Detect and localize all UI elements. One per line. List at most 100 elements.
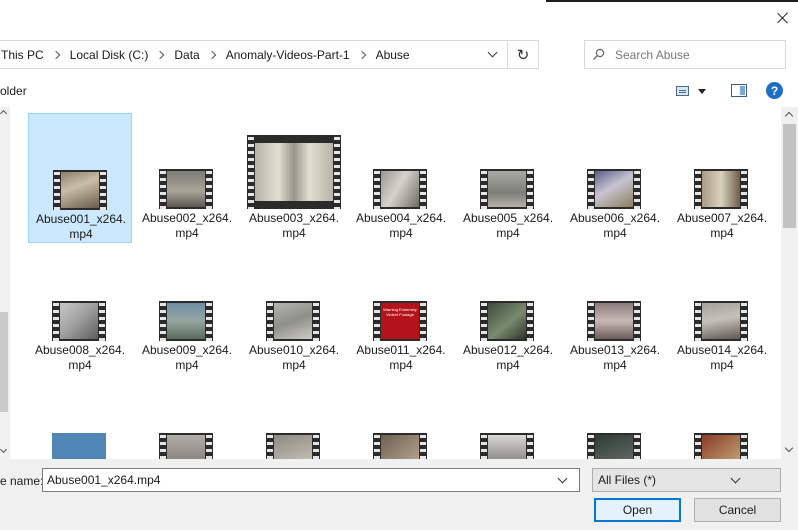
file-name-line1: Abuse013_x264. bbox=[569, 343, 661, 357]
video-thumbnail bbox=[266, 301, 320, 341]
file-item-abuse003[interactable]: Abuse003_x264. mp4 bbox=[242, 113, 346, 243]
close-icon[interactable] bbox=[770, 6, 796, 30]
refresh-icon[interactable]: ↻ bbox=[508, 41, 538, 68]
video-thumbnail bbox=[159, 301, 213, 341]
video-thumbnail bbox=[266, 433, 320, 459]
file-item-partial[interactable] bbox=[135, 377, 239, 459]
file-name-line2: mp4 bbox=[175, 358, 199, 372]
address-bar[interactable]: This PC Local Disk (C:) Data Anomaly-Vid… bbox=[0, 40, 539, 69]
file-name-input[interactable] bbox=[43, 473, 548, 487]
file-name-line2: mp4 bbox=[282, 358, 306, 372]
file-item-partial[interactable] bbox=[28, 377, 132, 459]
file-name-line1: Abuse002_x264. bbox=[141, 211, 233, 225]
file-item-abuse006[interactable]: Abuse006_x264. mp4 bbox=[563, 113, 667, 243]
breadcrumb-this-pc[interactable]: This PC bbox=[1, 48, 50, 62]
file-name-line2: mp4 bbox=[496, 358, 520, 372]
vertical-scrollbar[interactable] bbox=[781, 107, 798, 459]
search-input[interactable] bbox=[611, 47, 776, 62]
file-item-abuse001[interactable]: Abuse001_x264. mp4 bbox=[28, 113, 132, 243]
file-item-partial[interactable] bbox=[349, 377, 453, 459]
open-button[interactable]: Open bbox=[594, 498, 681, 522]
breadcrumb-local-disk[interactable]: Local Disk (C:) bbox=[70, 48, 155, 62]
video-thumbnail bbox=[53, 170, 107, 210]
video-thumbnail bbox=[480, 169, 534, 209]
video-thumbnail bbox=[694, 433, 748, 459]
file-name-line1: Abuse009_x264. bbox=[141, 343, 233, 357]
new-folder-button[interactable]: older bbox=[0, 84, 27, 98]
file-item-partial[interactable] bbox=[563, 377, 667, 459]
file-name-label: e name: bbox=[0, 474, 44, 488]
chevron-right-icon[interactable] bbox=[209, 50, 217, 60]
video-thumbnail bbox=[694, 169, 748, 209]
chevron-right-icon[interactable] bbox=[359, 50, 367, 60]
file-item-abuse012[interactable]: Abuse012_x264. mp4 bbox=[456, 245, 560, 375]
file-name-line2: mp4 bbox=[710, 226, 734, 240]
file-item-partial[interactable] bbox=[456, 377, 560, 459]
file-name-line2: mp4 bbox=[389, 358, 413, 372]
change-view-button[interactable] bbox=[676, 84, 712, 98]
video-thumbnail bbox=[480, 433, 534, 459]
file-view[interactable]: Abuse001_x264. mp4 Abuse002_x264. mp4 Ab… bbox=[0, 107, 782, 459]
view-icon bbox=[676, 86, 689, 96]
file-name-line1: Abuse006_x264. bbox=[569, 211, 661, 225]
file-item-abuse009[interactable]: Abuse009_x264. mp4 bbox=[135, 245, 239, 375]
file-name-line1: Abuse012_x264. bbox=[462, 343, 554, 357]
chevron-up-icon[interactable] bbox=[0, 109, 8, 118]
file-name-line2: mp4 bbox=[710, 358, 734, 372]
video-thumbnail bbox=[373, 433, 427, 459]
video-thumbnail bbox=[247, 135, 341, 209]
video-thumbnail bbox=[159, 169, 213, 209]
file-name-line2: mp4 bbox=[496, 226, 520, 240]
cancel-button[interactable]: Cancel bbox=[694, 498, 781, 522]
chevron-right-icon[interactable] bbox=[53, 50, 61, 60]
file-item-partial[interactable] bbox=[670, 377, 774, 459]
breadcrumb-abuse[interactable]: Abuse bbox=[376, 48, 416, 62]
file-name-line1: Abuse014_x264. bbox=[676, 343, 768, 357]
search-box[interactable] bbox=[584, 40, 786, 69]
help-icon[interactable]: ? bbox=[766, 82, 783, 99]
file-item-abuse010[interactable]: Abuse010_x264. mp4 bbox=[242, 245, 346, 375]
video-thumbnail bbox=[52, 301, 106, 341]
file-name-combobox[interactable] bbox=[42, 468, 580, 492]
caret-down-icon bbox=[698, 88, 706, 94]
file-item-abuse008[interactable]: Abuse008_x264. mp4 bbox=[28, 245, 132, 375]
scrollbar-thumb[interactable] bbox=[0, 312, 8, 412]
video-thumbnail: Warning Extremely Violent Footage bbox=[373, 301, 427, 341]
scrollbar-thumb[interactable] bbox=[783, 124, 796, 228]
file-name-line2: mp4 bbox=[603, 226, 627, 240]
breadcrumb-anomaly-videos[interactable]: Anomaly-Videos-Part-1 bbox=[226, 48, 356, 62]
file-name-line2: mp4 bbox=[389, 226, 413, 240]
file-item-abuse004[interactable]: Abuse004_x264. mp4 bbox=[349, 113, 453, 243]
file-item-partial[interactable] bbox=[242, 377, 346, 459]
chevron-down-icon[interactable] bbox=[548, 469, 576, 491]
file-name-line1: Abuse001_x264. bbox=[35, 212, 127, 226]
video-thumbnail bbox=[587, 433, 641, 459]
file-item-abuse007[interactable]: Abuse007_x264. mp4 bbox=[670, 113, 774, 243]
left-pane-scrollbar[interactable] bbox=[0, 107, 10, 459]
file-name-line1: Abuse008_x264. bbox=[34, 343, 126, 357]
window-top-strip bbox=[546, 0, 798, 2]
file-item-abuse005[interactable]: Abuse005_x264. mp4 bbox=[456, 113, 560, 243]
chevron-down-icon[interactable] bbox=[784, 443, 794, 453]
file-name-line2: mp4 bbox=[175, 226, 199, 240]
file-item-abuse002[interactable]: Abuse002_x264. mp4 bbox=[135, 113, 239, 243]
file-type-select[interactable]: All Files (*) bbox=[592, 468, 781, 492]
file-name-line1: Abuse004_x264. bbox=[355, 211, 447, 225]
breadcrumb-data[interactable]: Data bbox=[174, 48, 205, 62]
chevron-up-icon[interactable] bbox=[784, 111, 794, 121]
file-name-line1: Abuse007_x264. bbox=[676, 211, 768, 225]
file-name-line1: Abuse011_x264. bbox=[356, 343, 446, 357]
file-item-abuse011[interactable]: Warning Extremely Violent Footage Abuse0… bbox=[349, 245, 453, 375]
chevron-right-icon[interactable] bbox=[157, 50, 165, 60]
file-item-abuse013[interactable]: Abuse013_x264. mp4 bbox=[563, 245, 667, 375]
preview-pane-icon[interactable] bbox=[731, 84, 747, 97]
video-thumbnail bbox=[694, 301, 748, 341]
address-history-dropdown[interactable] bbox=[478, 41, 508, 68]
breadcrumb: This PC Local Disk (C:) Data Anomaly-Vid… bbox=[0, 41, 478, 68]
video-thumbnail bbox=[373, 169, 427, 209]
file-type-value: All Files (*) bbox=[598, 473, 657, 487]
thumbnail-warning-text: Warning Extremely Violent Footage bbox=[383, 307, 417, 317]
chevron-down-icon[interactable] bbox=[0, 445, 8, 454]
file-item-abuse014[interactable]: Abuse014_x264. mp4 bbox=[670, 245, 774, 375]
video-thumbnail bbox=[52, 433, 106, 459]
